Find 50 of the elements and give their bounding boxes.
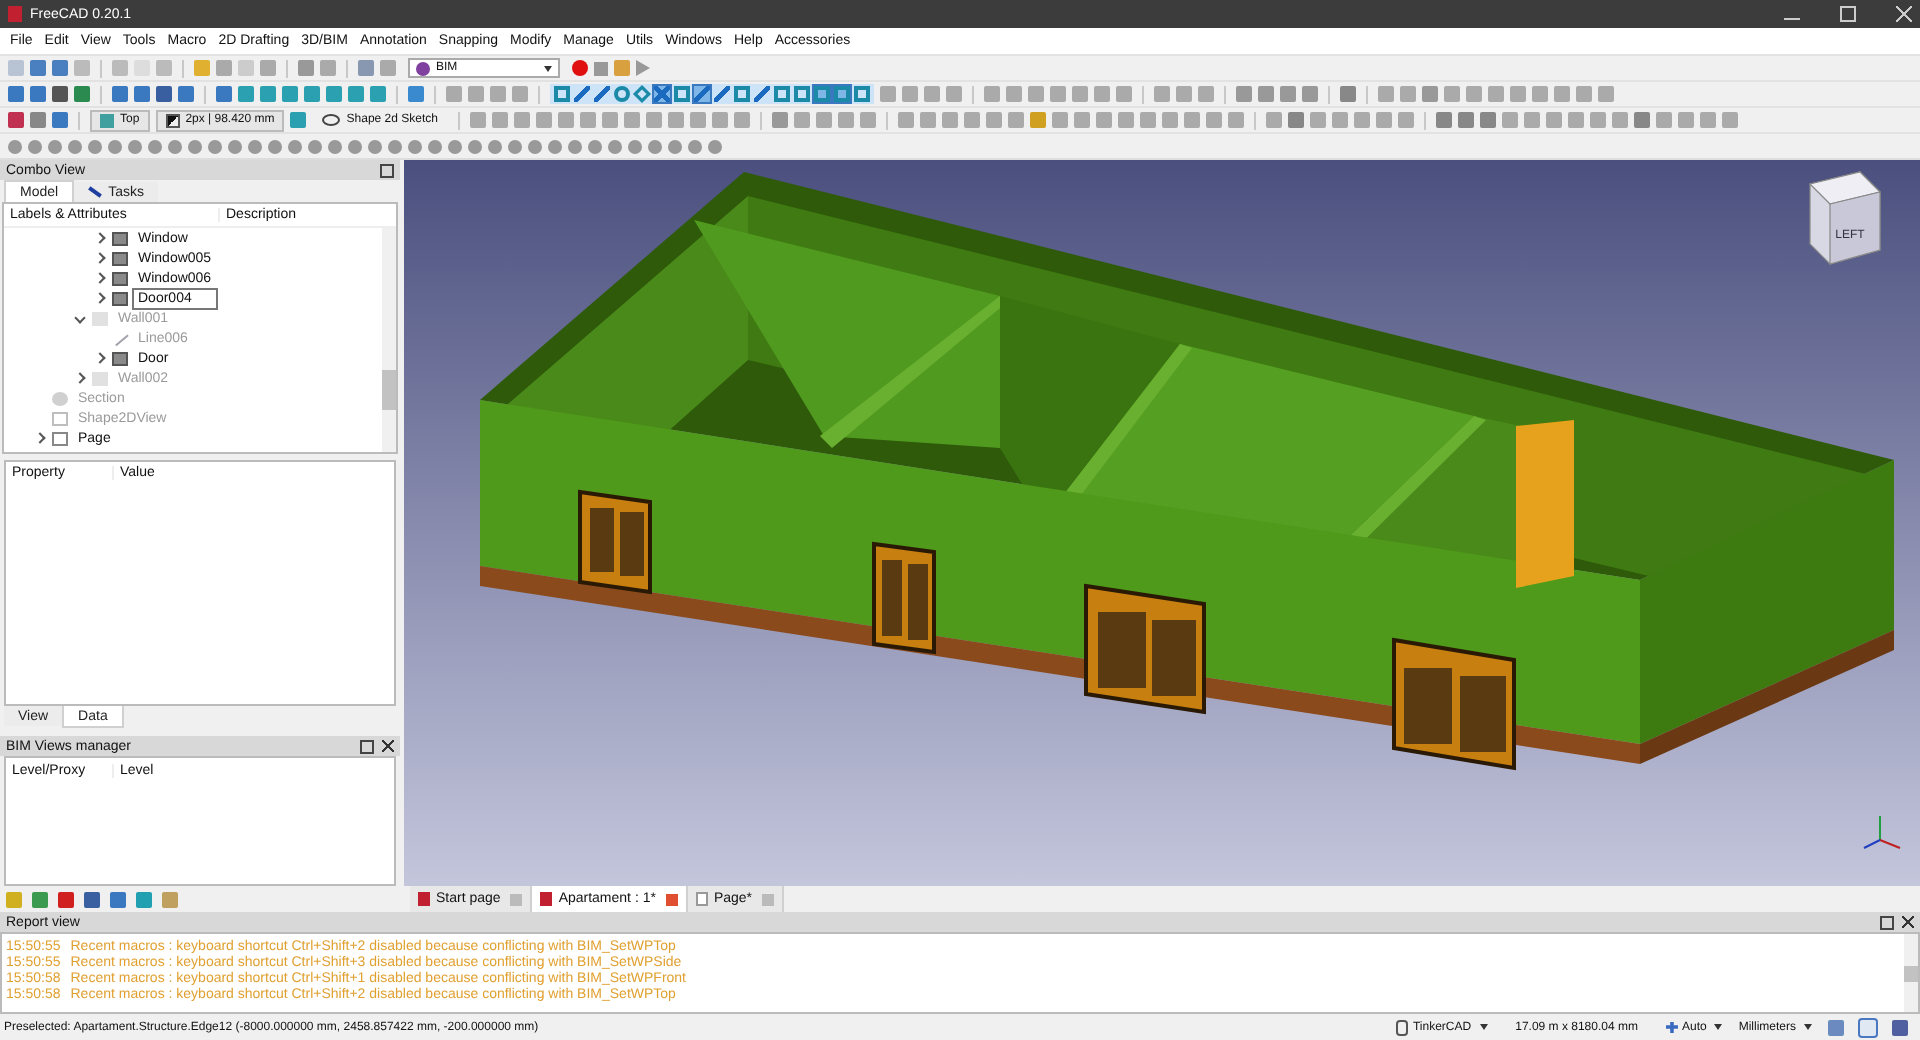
- float-icon[interactable]: [360, 739, 374, 753]
- snap-toggle-icon[interactable]: [814, 86, 830, 102]
- caret-icon: [1479, 1024, 1488, 1030]
- pen-icon: [88, 186, 103, 198]
- stop-icon[interactable]: [594, 61, 608, 75]
- expand-arrow-icon[interactable]: [94, 272, 106, 284]
- document-icon: [695, 892, 708, 906]
- snap-toggle-icon[interactable]: [574, 86, 590, 102]
- swatch-icon: [165, 113, 180, 127]
- caret-icon: [1714, 1024, 1723, 1030]
- eye-icon: [322, 114, 341, 126]
- expand-arrow-icon[interactable]: [94, 232, 106, 244]
- record-icon[interactable]: [572, 60, 588, 76]
- close-icon[interactable]: [1902, 916, 1914, 928]
- axis-triad-icon: [1863, 815, 1901, 849]
- snap-toggle-icon[interactable]: [654, 86, 670, 102]
- mouse-icon: [1396, 1019, 1409, 1035]
- caret-icon: [544, 65, 552, 71]
- scrollbar[interactable]: [382, 228, 396, 452]
- snap-toggle-icon[interactable]: [554, 86, 570, 102]
- document-icon: [418, 892, 430, 906]
- cross-icon: [1665, 1021, 1678, 1033]
- scrollbar[interactable]: [1904, 934, 1918, 1012]
- expand-arrow-icon[interactable]: [94, 352, 106, 364]
- workbench-icon: [416, 61, 430, 75]
- snap-toggle-icon[interactable]: [834, 86, 850, 102]
- close-icon[interactable]: [1896, 6, 1912, 22]
- float-icon[interactable]: [380, 163, 394, 177]
- caret-icon: [1804, 1024, 1812, 1030]
- snap-toggle-icon[interactable]: [714, 86, 730, 102]
- float-icon[interactable]: [1880, 915, 1894, 929]
- expand-arrow-icon[interactable]: [34, 432, 46, 444]
- maximize-icon[interactable]: [1840, 6, 1856, 22]
- snap-toggle-icon[interactable]: [734, 86, 750, 102]
- snap-toggle-icon[interactable]: [854, 86, 870, 102]
- house-model-drawing[interactable]: [480, 172, 1894, 771]
- cube-icon: [100, 113, 114, 127]
- snap-toggle-icon[interactable]: [614, 86, 630, 102]
- expand-arrow-icon[interactable]: [74, 372, 86, 384]
- close-icon[interactable]: [382, 740, 394, 752]
- expand-arrow-icon[interactable]: [94, 292, 106, 304]
- expand-arrow-icon[interactable]: [74, 312, 86, 324]
- expand-arrow-icon[interactable]: [94, 252, 106, 264]
- close-icon[interactable]: [665, 893, 678, 905]
- snap-toggle-icon[interactable]: [594, 86, 610, 102]
- snap-toggle-icon[interactable]: [754, 86, 770, 102]
- snap-toggle-icon[interactable]: [774, 86, 790, 102]
- app-logo-icon: [8, 6, 22, 22]
- document-icon: [540, 892, 553, 906]
- snap-toggle-icon[interactable]: [694, 86, 710, 102]
